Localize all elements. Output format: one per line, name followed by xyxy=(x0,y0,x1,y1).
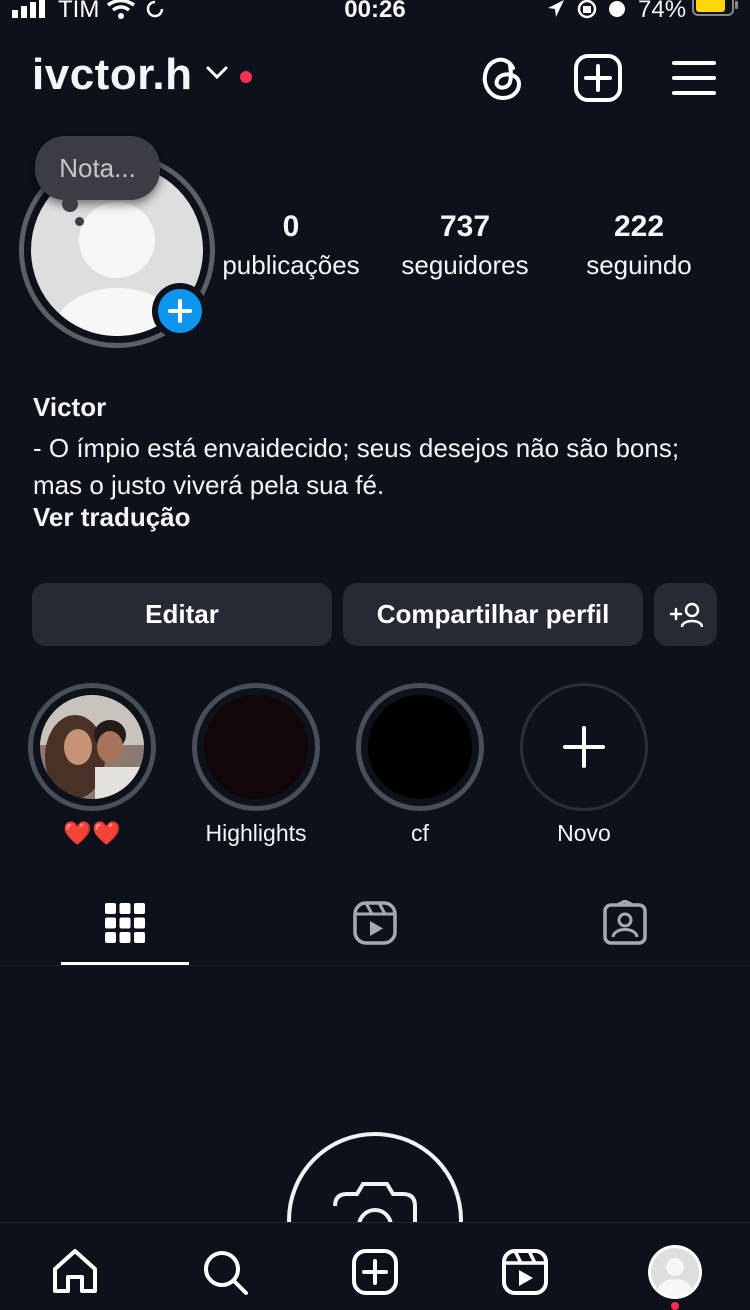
stat-label: seguidores xyxy=(401,250,529,280)
battery-icon xyxy=(692,0,738,16)
share-profile-button[interactable]: Compartilhar perfil xyxy=(343,583,643,646)
stat-value: 737 xyxy=(439,210,491,243)
add-person-icon xyxy=(669,602,703,627)
highlight-item[interactable] xyxy=(192,683,320,811)
rotation-lock-icon xyxy=(577,0,597,19)
add-story-button[interactable] xyxy=(152,283,208,339)
stat-value: 222 xyxy=(613,210,665,243)
plus-icon xyxy=(168,299,192,323)
profile-username[interactable]: ivctor.h xyxy=(32,50,193,100)
plus-icon xyxy=(563,726,605,768)
status-bar: TIM 00:26 74% xyxy=(0,0,750,30)
profile-tab-avatar[interactable] xyxy=(648,1245,702,1299)
home-icon[interactable] xyxy=(50,1247,100,1297)
reels-icon[interactable] xyxy=(352,900,398,946)
see-translation-link[interactable]: Ver tradução xyxy=(33,502,191,533)
note-tail xyxy=(62,196,78,212)
stat-value: 0 xyxy=(282,210,300,243)
profile-name: Victor xyxy=(33,392,107,422)
stat-posts[interactable]: 0 publicações xyxy=(206,210,376,281)
threads-icon[interactable] xyxy=(476,52,528,104)
highlight-cover xyxy=(204,695,308,799)
location-icon xyxy=(548,0,564,17)
battery-percent: 74% xyxy=(638,0,687,23)
search-icon[interactable] xyxy=(200,1247,250,1297)
stat-label: seguindo xyxy=(586,250,692,280)
note-placeholder: Nota... xyxy=(59,153,136,183)
highlight-item[interactable] xyxy=(28,683,156,811)
highlight-photo xyxy=(40,695,144,799)
highlight-label: cf xyxy=(411,820,429,846)
new-highlight-button[interactable] xyxy=(520,683,648,811)
new-post-icon[interactable] xyxy=(572,52,624,104)
create-icon[interactable] xyxy=(350,1247,400,1297)
alarm-icon xyxy=(609,1,625,17)
note-bubble[interactable]: Nota... xyxy=(35,136,160,200)
divider xyxy=(0,965,750,966)
highlight-label: Highlights xyxy=(205,820,307,846)
highlight-cover xyxy=(368,695,472,799)
highlight-label: ❤️❤️ xyxy=(63,820,121,846)
reels-nav-icon[interactable] xyxy=(500,1247,550,1297)
stat-label: publicações xyxy=(222,250,360,280)
tagged-icon[interactable] xyxy=(602,900,648,946)
stat-following[interactable]: 222 seguindo xyxy=(554,210,724,281)
highlight-label: Novo xyxy=(557,820,611,846)
grid-icon[interactable] xyxy=(102,900,148,946)
discover-people-button[interactable] xyxy=(654,583,717,646)
edit-profile-button[interactable]: Editar xyxy=(32,583,332,646)
notification-dot xyxy=(240,71,252,83)
highlight-item[interactable] xyxy=(356,683,484,811)
chevron-down-icon[interactable] xyxy=(206,66,228,80)
note-tail-small xyxy=(75,217,84,226)
profile-bio: - O ímpio está envaidecido; seus desejos… xyxy=(33,433,680,500)
stat-followers[interactable]: 737 seguidores xyxy=(380,210,550,281)
menu-icon[interactable] xyxy=(668,52,720,104)
